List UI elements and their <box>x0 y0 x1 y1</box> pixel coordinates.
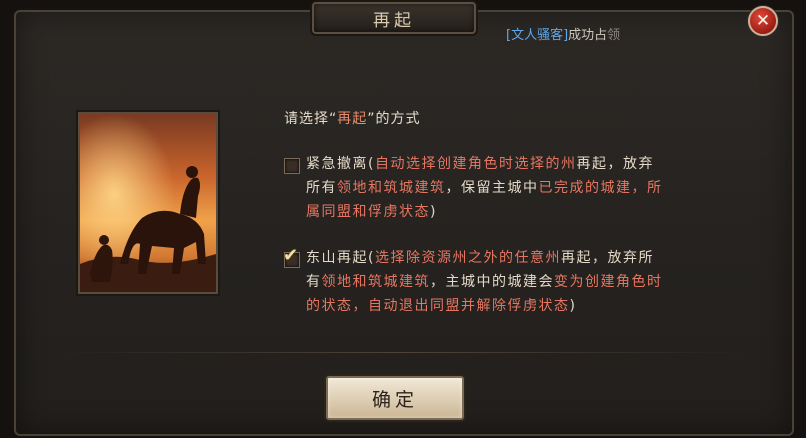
notice-faded-text: 领 <box>607 28 621 43</box>
comeback-checkbox[interactable]: ✔ <box>283 247 300 268</box>
prompt-prefix: 请选择 <box>284 111 329 127</box>
prompt-keyword: 再起 <box>337 111 368 127</box>
option-description: 紧急撤离(自动选择创建角色时选择的州再起，放弃所有领地和筑城建筑，保留主城中已完… <box>306 152 669 224</box>
option-segment-highlight: 领地和筑城建筑 <box>321 274 430 290</box>
confirm-button[interactable]: 确定 <box>326 376 464 420</box>
confirm-button-label: 确定 <box>371 388 418 411</box>
option-comeback[interactable]: ✔ 东山再起(选择除资源州之外的任意州再起，放弃所有领地和筑城建筑，主城中的城建… <box>283 246 669 318</box>
option-segment: ( <box>368 250 375 266</box>
option-emergency-evacuation[interactable]: 紧急撤离(自动选择创建角色时选择的州再起，放弃所有领地和筑城建筑，保留主城中已完… <box>284 152 669 224</box>
option-segment-highlight: 选择除资源州之外的任意州 <box>374 250 561 266</box>
option-segment: ，保留主城中 <box>445 180 539 196</box>
option-label: 东山再起 <box>306 250 368 266</box>
checkmark-icon: ✔ <box>283 245 299 266</box>
option-segment: ) <box>569 298 577 314</box>
scrolling-notice: [文人骚客]成功占领 <box>506 24 620 43</box>
option-segment-highlight: 领地和筑城建筑 <box>337 180 446 196</box>
divider <box>60 352 746 353</box>
notice-text: 成功占 <box>568 28 608 43</box>
close-button[interactable]: ✕ <box>748 6 778 36</box>
prompt-suffix: 的方式 <box>375 111 421 127</box>
dialog-title-plate: 再起 <box>312 2 476 34</box>
option-segment: ，主城中的城建会 <box>430 274 554 290</box>
notice-user: [文人骚客] <box>506 28 569 43</box>
option-label: 紧急撤离 <box>306 156 368 172</box>
dialog-title: 再起 <box>373 10 415 31</box>
rebirth-prompt: 请选择“再起”的方式 <box>284 108 421 128</box>
option-segment: ) <box>430 204 437 220</box>
prompt-close-quote: ” <box>367 111 376 127</box>
option-description: 东山再起(选择除资源州之外的任意州再起，放弃所有领地和筑城建筑，主城中的城建会变… <box>306 246 669 318</box>
option-segment-highlight: 自动选择创建角色时选择的州 <box>374 156 577 172</box>
portrait-image <box>78 112 218 294</box>
emergency-evacuation-checkbox[interactable] <box>284 158 300 174</box>
option-segment: ( <box>368 156 375 172</box>
rider-silhouette-illustration <box>80 114 216 292</box>
close-icon: ✕ <box>755 10 771 31</box>
